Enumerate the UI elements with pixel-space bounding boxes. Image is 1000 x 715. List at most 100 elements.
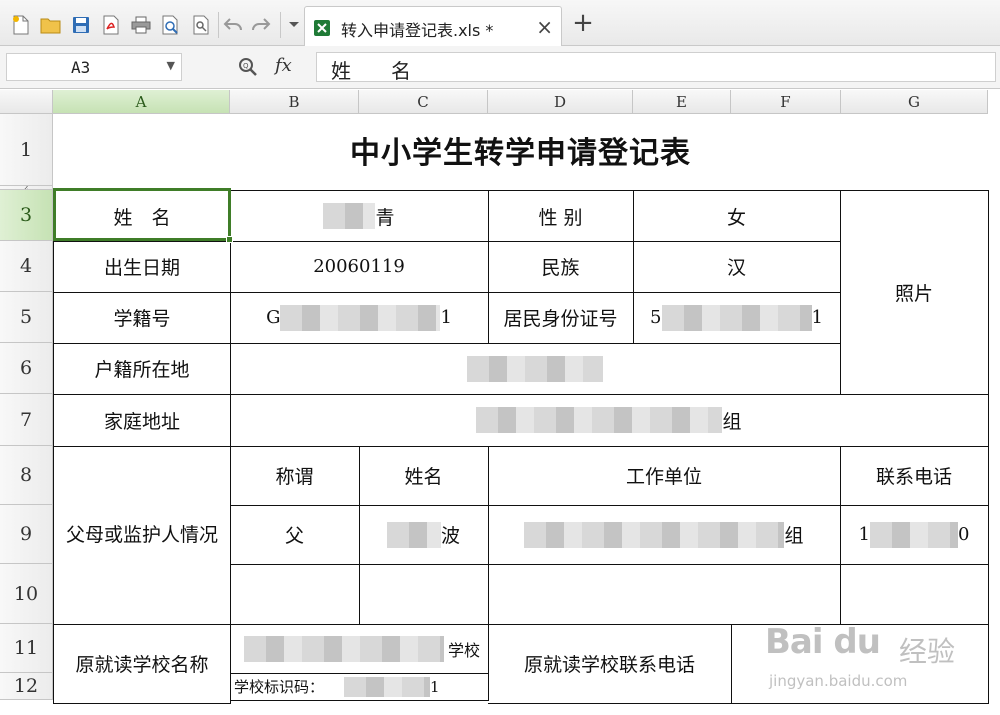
chevron-down-icon[interactable]: [283, 14, 305, 36]
redacted-block: [870, 521, 958, 548]
column-header-g[interactable]: G: [841, 90, 988, 114]
redo-icon[interactable]: [250, 14, 272, 36]
empty-cell[interactable]: [840, 564, 989, 625]
new-file-icon[interactable]: [10, 14, 32, 36]
guardian-name-suffix: 波: [440, 525, 460, 547]
prev-school-label-cell[interactable]: 原就读学校名称: [53, 624, 231, 704]
prev-school-label: 原就读学校名称: [75, 654, 209, 676]
redacted-block: [243, 635, 444, 662]
chevron-down-icon[interactable]: ▼: [167, 59, 175, 72]
redacted-block: [476, 407, 723, 433]
hukou-label: 户籍所在地: [94, 359, 190, 381]
photo-cell[interactable]: 照片: [840, 190, 989, 395]
column-header-f[interactable]: F: [731, 90, 841, 114]
redacted-block: [661, 304, 812, 331]
citizen-id-suffix: 1: [811, 307, 823, 328]
ethnicity-label-cell[interactable]: 民族: [488, 241, 634, 293]
address-label: 家庭地址: [103, 410, 180, 433]
hukou-value-cell[interactable]: [230, 343, 841, 395]
column-header-e[interactable]: E: [633, 90, 731, 114]
guardian-label-cell[interactable]: 父母或监护人情况: [53, 446, 231, 625]
gender-label: 性 别: [538, 206, 583, 229]
hukou-label-cell[interactable]: 户籍所在地: [53, 343, 231, 395]
row-header-3[interactable]: 3: [0, 190, 53, 241]
workplace-value-cell[interactable]: 组: [488, 505, 841, 565]
student-id-label: 学籍号: [113, 308, 171, 330]
guardian-name-header-cell[interactable]: 姓名: [359, 446, 489, 506]
row-header-10[interactable]: 10: [0, 564, 53, 624]
citizen-id-value-cell[interactable]: 5 1: [633, 292, 841, 344]
redacted-block: [524, 521, 785, 548]
watermark-logo: Bai du: [765, 622, 881, 662]
close-tab-icon[interactable]: ×: [536, 16, 553, 38]
school-code-suffix: 1: [430, 677, 440, 696]
relation-value-cell[interactable]: 父: [230, 505, 360, 565]
fill-handle[interactable]: [226, 236, 233, 243]
address-label-cell[interactable]: 家庭地址: [53, 394, 231, 447]
formula-input[interactable]: 姓 名: [316, 52, 996, 83]
address-value-cell[interactable]: 组: [230, 394, 989, 447]
quick-access-toolbar: 转入申请登记表.xls * × +: [0, 0, 1000, 46]
gender-value-cell[interactable]: 女: [633, 190, 841, 242]
ethnicity-label: 民族: [541, 257, 580, 279]
dob-value-cell[interactable]: 20060119: [230, 241, 489, 293]
workplace-header-cell[interactable]: 工作单位: [488, 446, 841, 506]
column-header-d[interactable]: D: [488, 90, 633, 114]
empty-cell[interactable]: [359, 564, 489, 625]
column-header-c[interactable]: C: [359, 90, 488, 114]
school-code-cell[interactable]: 学校标识码： 1: [230, 673, 489, 701]
row-header-4[interactable]: 4: [0, 241, 53, 292]
student-id-label-cell[interactable]: 学籍号: [53, 292, 231, 344]
ethnicity-value-cell[interactable]: 汉: [633, 241, 841, 293]
citizen-id-label-cell[interactable]: 居民身份证号: [488, 292, 634, 344]
export-pdf-icon[interactable]: [100, 14, 122, 36]
name-box[interactable]: A3 ▼: [6, 53, 182, 81]
redacted-block: [386, 521, 441, 548]
document-tab[interactable]: 转入申请登记表.xls * ×: [304, 6, 562, 46]
undo-icon[interactable]: [222, 14, 244, 36]
active-cell-selection[interactable]: [53, 188, 231, 241]
photo-label: 照片: [894, 283, 933, 305]
guardian-name-value-cell[interactable]: 波: [359, 505, 489, 565]
student-id-prefix: G: [266, 307, 281, 328]
preview-icon[interactable]: [190, 14, 212, 36]
row-header-1[interactable]: 1: [0, 114, 53, 186]
row-header-7[interactable]: 7: [0, 394, 53, 446]
row-header-11[interactable]: 11: [0, 624, 53, 673]
citizen-id-prefix: 5: [650, 307, 662, 328]
insert-function-button[interactable]: fx: [275, 55, 292, 76]
student-id-value-cell[interactable]: G 1: [230, 292, 489, 344]
row-header-12[interactable]: 12: [0, 673, 53, 700]
column-header-b[interactable]: B: [230, 90, 359, 114]
workplace-suffix: 组: [784, 525, 804, 547]
new-tab-button[interactable]: +: [570, 10, 596, 36]
row-header-9[interactable]: 9: [0, 505, 53, 564]
document-tab-title: 转入申请登记表.xls *: [341, 21, 494, 40]
prev-school-value-cell[interactable]: 学校: [230, 624, 489, 674]
column-header-a[interactable]: A: [53, 90, 230, 114]
prev-school-phone-label: 原就读学校联系电话: [523, 654, 695, 676]
ethnicity-value: 汉: [726, 257, 746, 279]
zoom-search-icon[interactable]: Q: [238, 57, 258, 77]
dob-label-cell[interactable]: 出生日期: [53, 241, 231, 293]
form-title[interactable]: 中小学生转学申请登记表: [53, 114, 988, 186]
prev-school-suffix: 学校: [447, 640, 480, 660]
select-all-corner[interactable]: [0, 90, 53, 114]
save-icon[interactable]: [70, 14, 92, 36]
print-preview-icon[interactable]: [160, 14, 182, 36]
gender-label-cell[interactable]: 性 别: [488, 190, 634, 242]
row-header-8[interactable]: 8: [0, 446, 53, 505]
empty-cell[interactable]: [230, 564, 360, 625]
relation-header-cell[interactable]: 称谓: [230, 446, 360, 506]
phone-header-cell[interactable]: 联系电话: [840, 446, 989, 506]
open-folder-icon[interactable]: [40, 14, 62, 36]
empty-cell[interactable]: [488, 564, 841, 625]
phone-value-cell[interactable]: 1 0: [840, 505, 989, 565]
toolbar-separator: [218, 12, 219, 38]
gender-value: 女: [726, 206, 746, 229]
print-icon[interactable]: [130, 14, 152, 36]
prev-school-phone-label-cell[interactable]: 原就读学校联系电话: [488, 624, 732, 704]
name-value-cell[interactable]: 青: [230, 190, 489, 242]
row-header-5[interactable]: 5: [0, 292, 53, 343]
row-header-6[interactable]: 6: [0, 343, 53, 394]
